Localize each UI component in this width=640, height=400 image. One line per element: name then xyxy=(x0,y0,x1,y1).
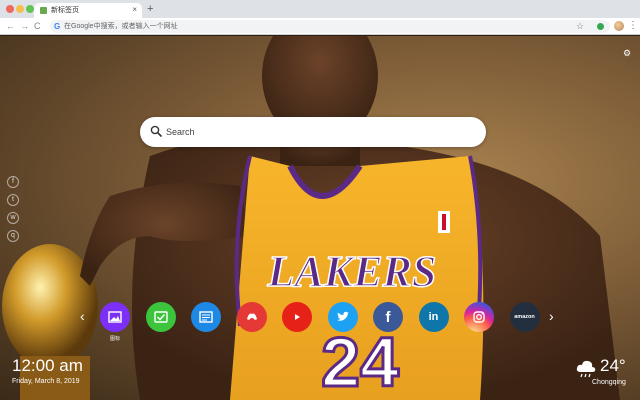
shortcut-label: 图标 xyxy=(109,336,120,342)
new-tab-page: LAKERS 24 ⚙ f t w q ‹ › 图标 f in amazon 12:0… xyxy=(0,36,640,400)
tab-bar: 新标签页 × + xyxy=(0,0,640,18)
facebook-icon: f xyxy=(385,308,391,326)
dock-prev-button[interactable]: ‹ xyxy=(80,308,85,324)
tab-new-tab[interactable]: 新标签页 × xyxy=(34,3,142,18)
google-g-icon: G xyxy=(54,22,61,31)
toolbar: ← → C G 在Google中搜索，或者输入一个网址 ☆ ⋮ xyxy=(0,18,640,35)
reload-button[interactable]: C xyxy=(34,20,41,32)
tab-close-icon[interactable]: × xyxy=(132,4,137,16)
profile-avatar[interactable] xyxy=(614,21,624,31)
side-twitter-button[interactable]: t xyxy=(7,194,19,206)
wallpaper-image: LAKERS 24 xyxy=(2,36,620,400)
search-icon xyxy=(150,125,162,137)
shortcut-amazon[interactable]: amazon xyxy=(509,302,540,332)
tab-favicon-icon xyxy=(40,7,47,14)
twitter-icon xyxy=(336,311,350,323)
close-window-button[interactable] xyxy=(6,5,14,13)
shortcut-image[interactable] xyxy=(100,302,130,332)
shortcut-game[interactable] xyxy=(236,302,267,332)
shortcut-youtube[interactable] xyxy=(282,302,312,332)
address-placeholder: 在Google中搜索，或者输入一个网址 xyxy=(64,23,178,30)
instagram-icon xyxy=(472,310,486,324)
extension-icon[interactable] xyxy=(597,23,604,30)
search-bar[interactable] xyxy=(140,117,486,147)
jersey-number-text: 24 xyxy=(321,323,399,400)
new-tab-button[interactable]: + xyxy=(147,2,153,16)
shortcut-linkedin[interactable]: in xyxy=(418,302,449,332)
youtube-icon xyxy=(290,311,304,323)
shortcut-label: amazon xyxy=(514,314,535,320)
gamepad-icon xyxy=(245,311,259,323)
minimize-window-button[interactable] xyxy=(16,5,24,13)
clock-time: 12:00 am xyxy=(12,356,83,375)
side-qq-button[interactable]: q xyxy=(7,230,19,242)
maximize-window-button[interactable] xyxy=(26,5,34,13)
wallpaper-settings-icon[interactable]: ⚙ xyxy=(622,48,632,58)
shortcut-checklist[interactable] xyxy=(145,302,176,332)
check-icon xyxy=(153,311,168,323)
weather-city: Chongqing xyxy=(592,379,626,386)
cloud-rain-icon xyxy=(576,360,596,378)
jersey-team-text: LAKERS xyxy=(267,247,437,296)
clock-date: Friday, March 8, 2019 xyxy=(12,378,80,385)
shortcut-twitter[interactable] xyxy=(327,302,358,332)
image-icon xyxy=(108,311,122,323)
bookmark-star-icon[interactable]: ☆ xyxy=(576,20,584,32)
dock-next-button[interactable]: › xyxy=(549,308,554,324)
shortcut-instagram[interactable] xyxy=(464,302,494,332)
shortcut-facebook[interactable]: f xyxy=(373,302,403,332)
amazon-icon: amazon xyxy=(514,313,534,321)
side-weibo-button[interactable]: w xyxy=(7,212,19,224)
address-bar[interactable]: G 在Google中搜索，或者输入一个网址 ☆ xyxy=(50,20,610,33)
back-button[interactable]: ← xyxy=(6,20,15,32)
forward-button[interactable]: → xyxy=(20,20,29,32)
weather-temperature: 24° xyxy=(600,356,626,375)
tab-title: 新标签页 xyxy=(51,7,79,14)
note-icon xyxy=(199,311,213,323)
shortcut-notes[interactable] xyxy=(191,302,221,332)
menu-icon[interactable]: ⋮ xyxy=(628,19,638,33)
search-input[interactable] xyxy=(166,124,466,140)
side-facebook-button[interactable]: f xyxy=(7,176,19,188)
linkedin-icon: in xyxy=(428,311,439,323)
